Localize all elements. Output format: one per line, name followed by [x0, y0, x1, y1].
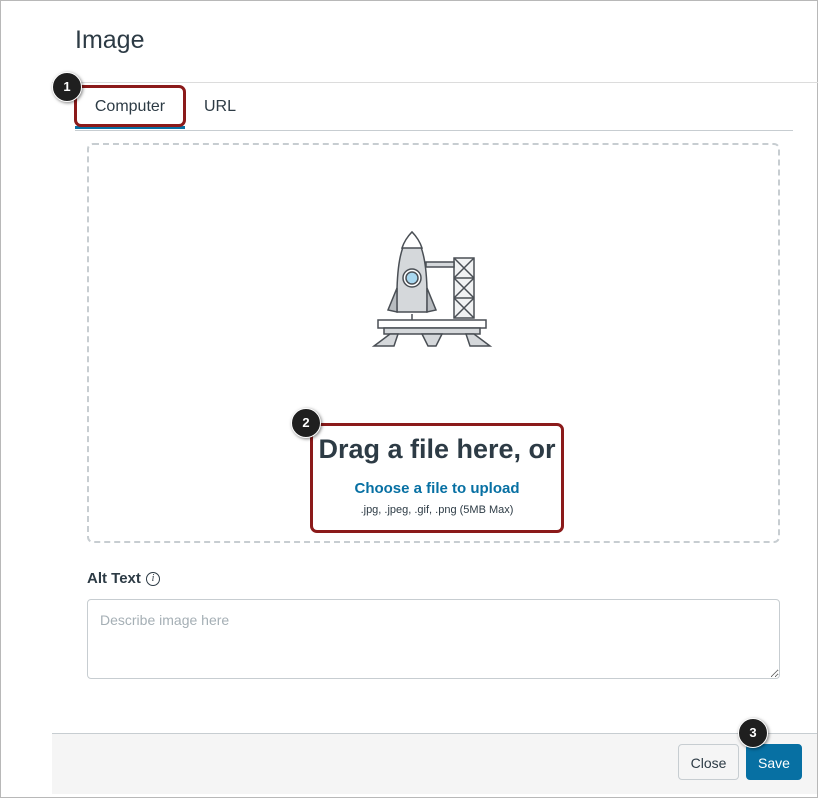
- alt-text-label: Alt Text: [87, 570, 141, 587]
- callout-highlight-dropzone: [310, 423, 564, 533]
- callout-marker-2: 2: [291, 408, 321, 438]
- callout-marker-3: 3: [738, 718, 768, 748]
- callout-highlight-tabs: [74, 85, 186, 127]
- close-button[interactable]: Close: [678, 744, 739, 780]
- dialog-footer: Close Save: [52, 733, 817, 794]
- callout-marker-1: 1: [52, 72, 82, 102]
- tab-url[interactable]: URL: [195, 86, 245, 129]
- info-icon[interactable]: i: [146, 572, 160, 586]
- rocket-launch-icon: [371, 230, 493, 347]
- dialog-title: Image: [75, 26, 145, 54]
- header-divider: [52, 82, 818, 83]
- save-button[interactable]: Save: [746, 744, 802, 780]
- alt-text-input[interactable]: [87, 599, 780, 679]
